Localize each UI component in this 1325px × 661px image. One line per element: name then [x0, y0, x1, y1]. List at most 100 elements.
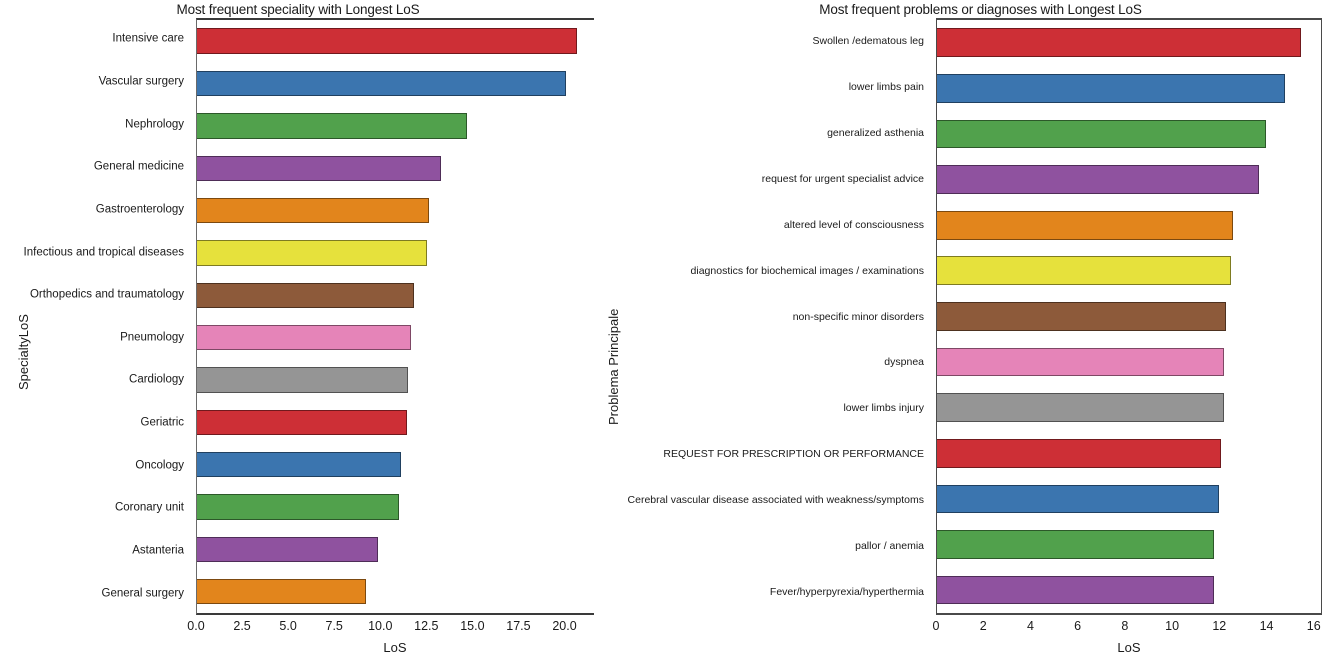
bar-speciality[interactable]: [197, 324, 412, 351]
bar-rows-problems: [937, 20, 1321, 613]
category-label: General medicine: [93, 160, 184, 173]
bar-row: [937, 111, 1321, 157]
category-label: Coronary unit: [114, 501, 184, 514]
bar-row: [197, 443, 594, 485]
bar-problem[interactable]: [937, 438, 1222, 468]
bar-speciality[interactable]: [197, 155, 442, 181]
plot-area-speciality: [196, 18, 594, 615]
bar-problem[interactable]: [937, 484, 1219, 514]
bar-row: [937, 522, 1321, 568]
bar-problem[interactable]: [937, 119, 1266, 149]
figure-page: Most frequent speciality with Longest Lo…: [0, 0, 1325, 661]
bar-row: [937, 294, 1321, 340]
category-label: Geriatric: [140, 416, 184, 429]
category-label: Cardiology: [129, 373, 184, 386]
bar-row: [197, 274, 594, 316]
category-label: dyspnea: [884, 356, 924, 369]
plot-area-problems: [936, 18, 1322, 615]
x-tick-label: 10: [1165, 619, 1180, 633]
bar-row: [197, 62, 594, 104]
bar-speciality[interactable]: [197, 578, 367, 605]
x-tick-label: 6: [1074, 619, 1082, 633]
bar-speciality[interactable]: [197, 494, 400, 520]
y-axis-label-problems: Problema Principale: [606, 308, 621, 425]
bar-speciality[interactable]: [197, 113, 468, 139]
x-tick-label: 14: [1259, 619, 1274, 633]
bar-row: [197, 189, 594, 231]
x-tick-label: 12: [1212, 619, 1227, 633]
bar-problem[interactable]: [937, 28, 1302, 58]
category-labels-speciality: Intensive care Vascular surgery Nephrology…: [0, 18, 190, 615]
bar-speciality[interactable]: [197, 367, 409, 393]
bar-row: [937, 248, 1321, 294]
bar-row: [937, 339, 1321, 385]
bar-problem[interactable]: [937, 575, 1215, 605]
bar-row: [937, 476, 1321, 522]
category-label: General surgery: [101, 586, 184, 599]
bar-row: [197, 486, 594, 528]
bar-row: [937, 567, 1321, 613]
bar-speciality[interactable]: [197, 28, 578, 54]
bar-row: [197, 401, 594, 443]
category-label: pallor / anemia: [855, 539, 924, 552]
x-tick-label: 16: [1306, 619, 1321, 633]
bar-speciality[interactable]: [197, 536, 379, 562]
category-label: REQUEST FOR PRESCRIPTION OR PERFORMANCE: [663, 448, 924, 461]
bar-problem[interactable]: [937, 165, 1259, 194]
bar-row: [937, 20, 1321, 66]
category-label: Intensive care: [112, 32, 184, 45]
chart-title-speciality: Most frequent speciality with Longest Lo…: [176, 2, 420, 17]
x-axis-label-problems: LoS: [1117, 640, 1141, 655]
bar-row: [197, 147, 594, 189]
bar-speciality[interactable]: [197, 451, 401, 478]
x-tick-label: 0: [932, 619, 940, 633]
bar-row: [197, 528, 594, 570]
bar-row: [937, 157, 1321, 203]
category-label: non-specific minor disorders: [792, 310, 924, 323]
x-tick-labels-problems: 0 2 4 6 8 10 12 14 16: [932, 619, 1322, 641]
x-tick-label: 4: [1026, 619, 1034, 633]
x-tick-label: 20.0: [552, 619, 577, 633]
category-label: lower limbs pain: [848, 80, 924, 93]
bar-problem[interactable]: [937, 210, 1233, 240]
bar-speciality[interactable]: [197, 282, 414, 308]
x-tick-label: 17.5: [506, 619, 531, 633]
category-labels-problems: Swollen /edematous leg lower limbs pain ge…: [620, 18, 930, 615]
bar-problem[interactable]: [937, 74, 1285, 103]
x-tick-label: 7.5: [325, 619, 343, 633]
bar-speciality[interactable]: [197, 70, 567, 97]
bar-row: [937, 385, 1321, 431]
chart-title-problems: Most frequent problems or diagnoses with…: [819, 2, 1142, 17]
bar-row: [197, 316, 594, 358]
x-tick-label: 5.0: [279, 619, 297, 633]
category-label: Oncology: [135, 459, 184, 471]
category-label: diagnostics for biochemical images / exa…: [690, 264, 924, 277]
bar-problem[interactable]: [937, 530, 1215, 559]
category-label: Astanteria: [132, 544, 184, 557]
bar-problem[interactable]: [937, 347, 1224, 377]
category-label: request for urgent specialist advice: [761, 172, 924, 185]
bar-speciality[interactable]: [197, 240, 427, 266]
bar-problem[interactable]: [937, 302, 1226, 331]
category-label: Pneumology: [120, 331, 184, 344]
category-label: Infectious and tropical diseases: [23, 245, 184, 258]
x-tick-labels-speciality: 0.0 2.5 5.0 7.5 10.0 12.5 15.0 17.5 20.0: [187, 619, 594, 641]
bar-row: [197, 232, 594, 274]
x-tick-label: 12.5: [414, 619, 439, 633]
bar-speciality[interactable]: [197, 197, 429, 224]
bar-row: [197, 570, 594, 612]
bar-row: [197, 20, 594, 62]
category-label: Swollen /edematous leg: [812, 34, 925, 47]
bar-speciality[interactable]: [197, 409, 407, 435]
x-tick-label: 0.0: [187, 619, 205, 633]
bar-rows-speciality: [197, 20, 594, 613]
bar-row: [197, 105, 594, 147]
bar-row: [937, 66, 1321, 112]
category-label: Nephrology: [125, 117, 184, 130]
bar-problem[interactable]: [937, 393, 1224, 423]
category-label: lower limbs injury: [843, 402, 924, 415]
x-tick-label: 10.0: [368, 619, 393, 633]
x-tick-label: 2.5: [233, 619, 251, 633]
x-tick-label: 15.0: [460, 619, 485, 633]
bar-problem[interactable]: [937, 256, 1231, 286]
